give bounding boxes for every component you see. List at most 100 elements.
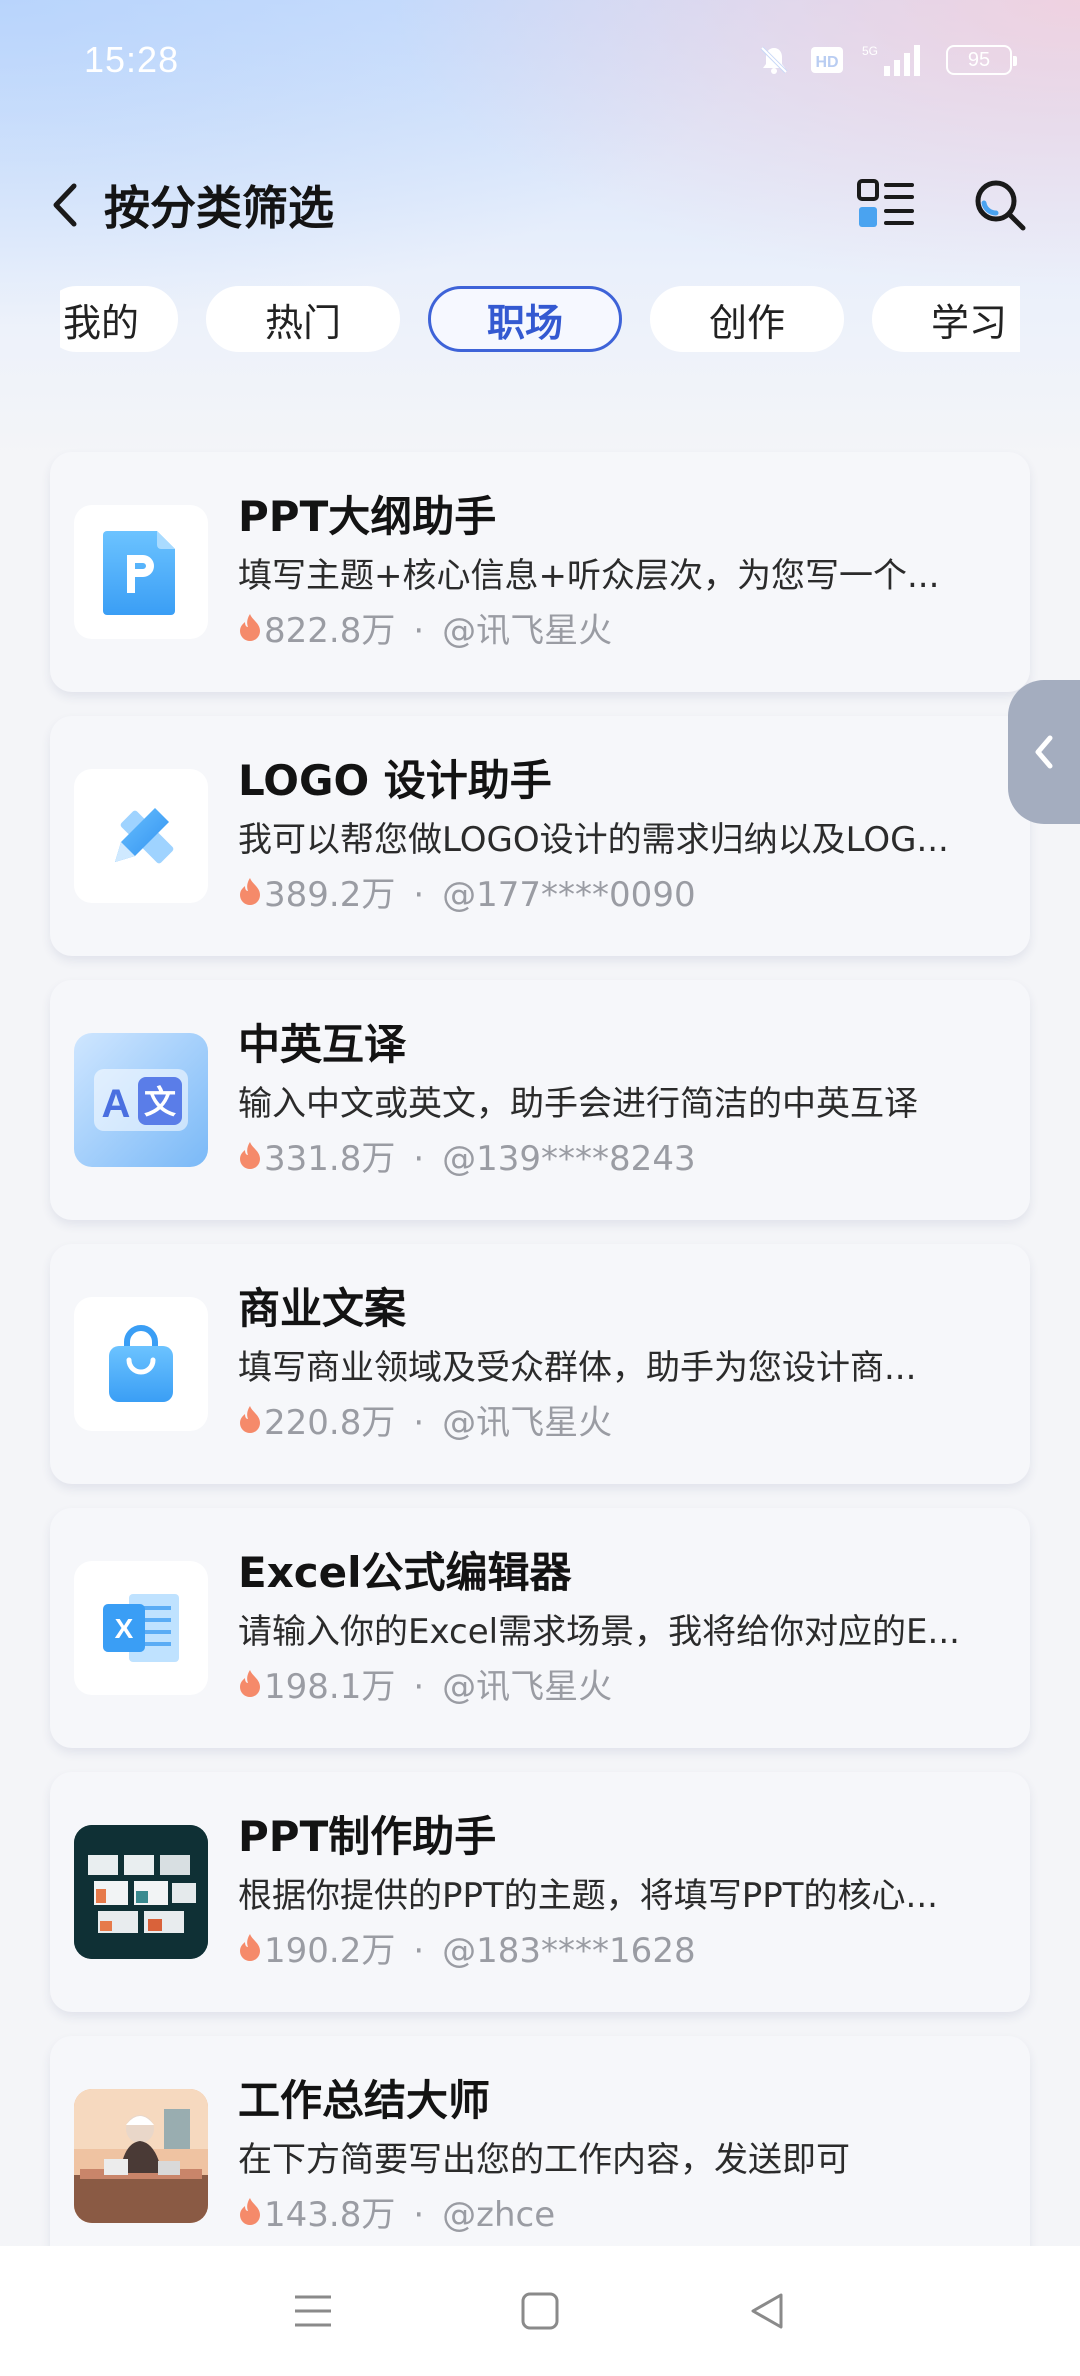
item-title: 工作总结大师 [238, 2076, 491, 2125]
item-title: 中英互译 [238, 1020, 407, 1069]
author: @讯飞星火 [442, 1403, 613, 1443]
assistant-list: PPT大纲助手 填写主题+核心信息+听众层次，为您写一个... 822.8万 ·… [50, 452, 1030, 2300]
author: @183****1628 [442, 1931, 696, 1971]
back-icon [53, 183, 77, 227]
category-tabs: 我的 热门 职场 创作 学习 [60, 286, 1020, 356]
meta-separator: · [413, 2195, 425, 2235]
translate-icon: A文 [74, 1033, 208, 1167]
item-meta: 190.2万 · @183****1628 [238, 1927, 1006, 1975]
tab-mine[interactable]: 我的 [60, 286, 178, 352]
search-icon [975, 180, 1026, 231]
svg-text:HD: HD [815, 54, 838, 71]
list-item[interactable]: LOGO 设计助手 我可以帮您做LOGO设计的需求归纳以及LOG... 389.… [50, 716, 1030, 956]
pencil-ruler-icon [74, 769, 208, 903]
list-item[interactable]: 工作总结大师 在下方简要写出您的工作内容，发送即可 143.8万 · @zhce [50, 2036, 1030, 2276]
home-button[interactable] [500, 2271, 580, 2351]
hd-icon: HD [810, 45, 844, 75]
back-triangle-icon [751, 2293, 783, 2329]
meta-separator: · [413, 875, 425, 915]
item-meta: 143.8万 · @zhce [238, 2191, 1006, 2239]
status-time: 15:28 [84, 39, 180, 80]
meta-separator: · [413, 1667, 425, 1707]
item-description: 填写商业领域及受众群体，助手为您设计商... [238, 1348, 917, 1388]
flame-icon [238, 607, 262, 655]
back-nav-button[interactable] [727, 2271, 807, 2351]
search-button[interactable] [968, 173, 1032, 237]
usage-count: 143.8万 [264, 2195, 396, 2235]
system-nav-bar [0, 2246, 1080, 2376]
layout-toggle-button[interactable] [854, 173, 918, 237]
author: @177****0090 [442, 875, 696, 915]
menu-button[interactable] [273, 2271, 353, 2351]
back-button[interactable] [48, 170, 104, 240]
usage-count: 220.8万 [264, 1403, 396, 1443]
item-meta: 822.8万 · @讯飞星火 [238, 607, 1006, 655]
item-title: Excel公式编辑器 [238, 1548, 572, 1597]
item-description: 填写主题+核心信息+听众层次，为您写一个... [238, 556, 940, 596]
signal-icon: 5G [862, 42, 928, 78]
meta-separator: · [413, 1139, 425, 1179]
flame-icon [238, 871, 262, 919]
side-drawer-handle[interactable] [1008, 680, 1080, 824]
excel-icon: X [74, 1561, 208, 1695]
tab-creation[interactable]: 创作 [650, 286, 844, 352]
item-description: 根据你提供的PPT的主题，将填写PPT的核心... [238, 1876, 938, 1916]
tab-workplace[interactable]: 职场 [428, 286, 622, 352]
ppt-file-icon [74, 505, 208, 639]
shopping-bag-icon [74, 1297, 208, 1431]
item-meta: 331.8万 · @139****8243 [238, 1135, 1006, 1183]
item-description: 在下方简要写出您的工作内容，发送即可 [238, 2140, 850, 2180]
usage-count: 389.2万 [264, 875, 396, 915]
header: 按分类筛选 [0, 160, 1080, 250]
flame-icon [238, 1927, 262, 1975]
status-icons: HD 5G 95 [756, 42, 1017, 78]
item-title: 商业文案 [238, 1284, 407, 1333]
author: @讯飞星火 [442, 611, 613, 651]
list-item[interactable]: X Excel公式编辑器 请输入你的Excel需求场景，我将给你对应的E... … [50, 1508, 1030, 1748]
worker-illustration-thumbnail [74, 2089, 208, 2223]
battery-level: 95 [967, 48, 991, 71]
tab-hot[interactable]: 热门 [206, 286, 400, 352]
svg-text:X: X [115, 1613, 134, 1644]
page-title: 按分类筛选 [104, 181, 334, 235]
layout-grid-icon [857, 179, 914, 227]
usage-count: 190.2万 [264, 1931, 396, 1971]
item-description: 请输入你的Excel需求场景，我将给你对应的E... [238, 1612, 960, 1652]
item-meta: 198.1万 · @讯飞星火 [238, 1663, 1006, 1711]
item-meta: 220.8万 · @讯飞星火 [238, 1399, 1006, 1447]
meta-separator: · [413, 1931, 425, 1971]
item-title: PPT大纲助手 [238, 492, 497, 541]
list-item[interactable]: 商业文案 填写商业领域及受众群体，助手为您设计商... 220.8万 · @讯飞… [50, 1244, 1030, 1484]
network-type: 5G [862, 44, 878, 58]
item-meta: 389.2万 · @177****0090 [238, 871, 1006, 919]
list-item[interactable]: PPT制作助手 根据你提供的PPT的主题，将填写PPT的核心... 190.2万… [50, 1772, 1030, 2012]
author: @zhce [442, 2195, 556, 2235]
list-item[interactable]: PPT大纲助手 填写主题+核心信息+听众层次，为您写一个... 822.8万 ·… [50, 452, 1030, 692]
flame-icon [238, 1135, 262, 1183]
list-item[interactable]: A文 中英互译 输入中文或英文，助手会进行简洁的中英互译 331.8万 · @1… [50, 980, 1030, 1220]
home-square-icon [521, 2292, 559, 2330]
svg-text:A: A [102, 1082, 131, 1126]
author: @讯飞星火 [442, 1667, 613, 1707]
item-title: LOGO 设计助手 [238, 756, 552, 805]
flame-icon [238, 1399, 262, 1447]
menu-icon [295, 2295, 332, 2327]
usage-count: 198.1万 [264, 1667, 396, 1707]
ppt-slides-thumbnail [74, 1825, 208, 1959]
tab-learning[interactable]: 学习 [872, 286, 1020, 352]
item-title: PPT制作助手 [238, 1812, 497, 1861]
flame-icon [238, 1663, 262, 1711]
usage-count: 822.8万 [264, 611, 396, 651]
item-description: 输入中文或英文，助手会进行简洁的中英互译 [238, 1084, 918, 1124]
chevron-left-icon [1035, 735, 1053, 769]
battery-icon: 95 [946, 45, 1017, 75]
meta-separator: · [413, 1403, 425, 1443]
author: @139****8243 [442, 1139, 696, 1179]
meta-separator: · [413, 611, 425, 651]
usage-count: 331.8万 [264, 1139, 396, 1179]
item-description: 我可以帮您做LOGO设计的需求归纳以及LOG... [238, 820, 949, 860]
svg-text:文: 文 [144, 1083, 176, 1121]
status-bar: 15:28 HD 5G 95 [0, 0, 1080, 120]
mute-icon [756, 42, 792, 78]
flame-icon [238, 2191, 262, 2239]
